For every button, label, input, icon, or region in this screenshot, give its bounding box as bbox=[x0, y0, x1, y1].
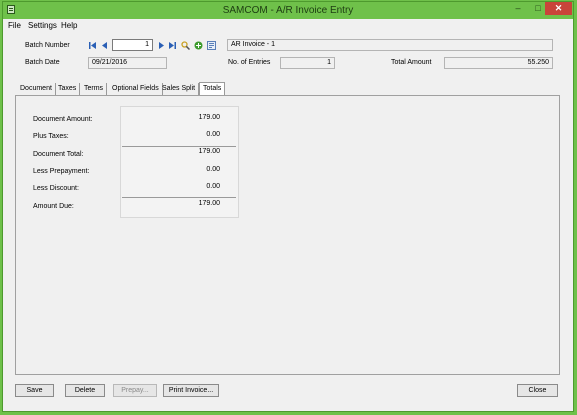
plus-taxes-value: 0.00 bbox=[206, 131, 220, 138]
tab-totals[interactable]: Totals bbox=[199, 82, 226, 96]
delete-button[interactable]: Delete bbox=[65, 384, 105, 397]
batch-description-field: AR Invoice - 1 bbox=[227, 39, 553, 51]
less-prepayment-label: Less Prepayment: bbox=[33, 168, 90, 175]
document-total-label: Document Total: bbox=[33, 151, 84, 158]
minimize-button[interactable]: – bbox=[508, 2, 528, 15]
less-discount-label: Less Discount: bbox=[33, 185, 79, 192]
next-icon[interactable] bbox=[157, 41, 166, 50]
last-icon[interactable] bbox=[168, 41, 177, 50]
previous-icon[interactable] bbox=[100, 41, 109, 50]
entries-field: 1 bbox=[280, 57, 335, 69]
new-icon[interactable] bbox=[194, 41, 203, 50]
menu-settings[interactable]: Settings bbox=[28, 21, 57, 30]
window-title: SAMCOM - A/R Invoice Entry bbox=[222, 5, 354, 16]
document-amount-value: 179.00 bbox=[198, 114, 220, 121]
batch-date-label: Batch Date bbox=[25, 59, 60, 66]
total-amount-label: Total Amount bbox=[391, 59, 432, 66]
document-total-value: 179.00 bbox=[198, 148, 220, 155]
batch-date-field: 09/21/2016 bbox=[88, 57, 167, 69]
save-button[interactable]: Save bbox=[15, 384, 54, 397]
close-window-button[interactable]: ✕ bbox=[545, 2, 572, 15]
title-bar[interactable]: SAMCOM - A/R Invoice Entry – □ ✕ bbox=[3, 2, 573, 19]
prepay-button[interactable]: Prepay... bbox=[113, 384, 157, 397]
close-button[interactable]: Close bbox=[517, 384, 558, 397]
first-icon[interactable] bbox=[88, 41, 97, 50]
tab-document[interactable]: Document bbox=[17, 83, 56, 95]
menu-bar: File Settings Help bbox=[3, 19, 573, 31]
amount-due-value: 179.00 bbox=[198, 200, 220, 207]
search-icon[interactable] bbox=[181, 41, 190, 50]
less-prepayment-value: 0.00 bbox=[206, 166, 220, 173]
batch-number-label: Batch Number bbox=[25, 42, 70, 49]
totals-panel: Document Amount: 179.00 Plus Taxes: 0.00… bbox=[15, 95, 560, 375]
subtotal-divider bbox=[122, 146, 236, 147]
menu-file[interactable]: File bbox=[8, 21, 21, 30]
main-window: SAMCOM - A/R Invoice Entry – □ ✕ File Se… bbox=[2, 1, 574, 412]
print-invoice-button[interactable]: Print Invoice... bbox=[163, 384, 219, 397]
total-amount-field: 55.250 bbox=[444, 57, 553, 69]
document-amount-label: Document Amount: bbox=[33, 116, 93, 123]
batch-number-input[interactable]: 1 bbox=[112, 39, 153, 51]
tab-taxes[interactable]: Taxes bbox=[55, 83, 81, 95]
tab-terms[interactable]: Terms bbox=[81, 83, 108, 95]
less-discount-value: 0.00 bbox=[206, 183, 220, 190]
amount-due-label: Amount Due: bbox=[33, 203, 74, 210]
settings-icon[interactable] bbox=[207, 41, 216, 50]
amount-due-divider bbox=[122, 197, 236, 198]
tab-optional-fields[interactable]: Optional Fields bbox=[109, 83, 163, 95]
plus-taxes-label: Plus Taxes: bbox=[33, 133, 69, 140]
entries-label: No. of Entries bbox=[228, 59, 271, 66]
tab-sales-split[interactable]: Sales Split bbox=[159, 83, 200, 95]
menu-help[interactable]: Help bbox=[61, 21, 77, 30]
